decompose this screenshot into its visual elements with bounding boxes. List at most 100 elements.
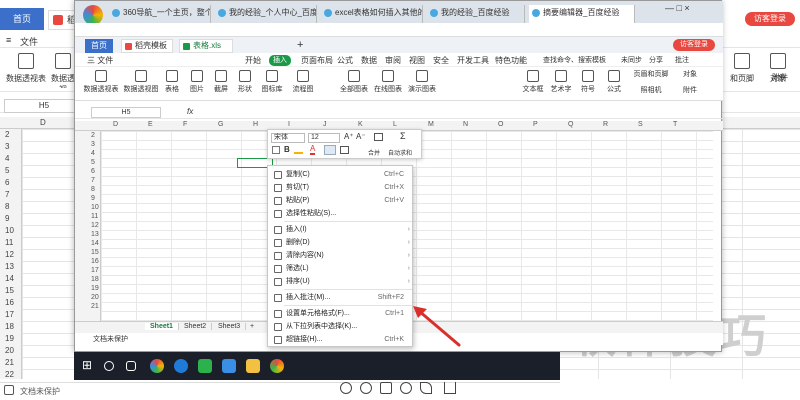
textbox-button[interactable]: 文本框 (519, 69, 547, 99)
outer-row-number[interactable]: 7 (5, 190, 9, 199)
border-icon[interactable] (340, 146, 349, 154)
outer-menu-icon[interactable]: ≡ (6, 35, 11, 45)
row-number[interactable]: 4 (91, 150, 95, 157)
menu-formula[interactable]: 公式 (337, 55, 353, 66)
row-number[interactable]: 12 (91, 222, 99, 229)
browser-logo-icon[interactable] (83, 5, 103, 25)
outer-row-number[interactable]: 18 (5, 322, 14, 331)
row-number[interactable]: 10 (91, 204, 99, 211)
row-number[interactable]: 16 (91, 258, 99, 265)
pivot-chart-button[interactable]: 数据透视图 (121, 69, 161, 99)
context-menu-item[interactable]: 复制(C) Ctrl+C (268, 168, 414, 181)
column-header[interactable]: K (358, 121, 363, 128)
wps-user-login-badge[interactable]: 访客登录 (673, 39, 715, 51)
menu-insert-active[interactable]: 插入 (269, 55, 291, 66)
screenshot-button[interactable]: 截屏 (209, 69, 233, 99)
column-header[interactable]: G (218, 121, 223, 128)
flowchart-button[interactable]: 流程图 (287, 69, 319, 99)
browser-tab-experience[interactable]: 我的经验_个人中心_百度经验 (215, 5, 317, 23)
row-number[interactable]: 21 (91, 303, 99, 310)
context-menu-item[interactable]: 粘贴(P) Ctrl+V (268, 194, 414, 207)
outer-row-number[interactable]: 16 (5, 298, 14, 307)
row-number[interactable]: 9 (91, 195, 95, 202)
column-header[interactable]: H (253, 121, 258, 128)
column-header[interactable]: L (393, 121, 397, 128)
browser-tab-excel[interactable]: excel表格如何插入其他的表格 (321, 5, 423, 23)
row-number[interactable]: 17 (91, 267, 99, 274)
ie-icon[interactable] (174, 359, 188, 373)
outer-row-number[interactable]: 5 (5, 166, 9, 175)
sync-status[interactable]: 未同步 (621, 55, 642, 65)
column-header[interactable]: E (148, 121, 153, 128)
menu-data[interactable]: 数据 (361, 55, 377, 66)
merge-icon[interactable] (374, 133, 383, 141)
360-browser-icon[interactable] (150, 359, 164, 373)
all-charts-button[interactable]: 全部图表 (337, 69, 371, 99)
outer-row-number[interactable]: 12 (5, 250, 14, 259)
outer-attachment-button[interactable]: 附件 (762, 72, 798, 86)
outer-row-number[interactable]: 11 (5, 238, 13, 247)
share-button[interactable]: 分享 (649, 55, 663, 65)
format-painter-icon[interactable] (272, 146, 280, 154)
store-icon[interactable] (222, 359, 236, 373)
wechat-icon[interactable] (198, 359, 212, 373)
fx-icon[interactable]: fx (187, 107, 193, 116)
row-number[interactable]: 6 (91, 168, 95, 175)
outer-name-box[interactable]: H5 (4, 99, 84, 113)
context-menu-item[interactable]: 选择性粘贴(S)... (268, 207, 414, 220)
outer-menu-file[interactable]: 文件 (20, 35, 38, 48)
sheet-tab-3[interactable]: Sheet3 (213, 323, 247, 330)
font-shrink-icon[interactable]: A⁻ (356, 132, 366, 141)
font-color-icon[interactable]: A (310, 145, 316, 155)
merge-label[interactable]: 合并 (368, 148, 380, 157)
column-header[interactable]: S (638, 121, 643, 128)
context-menu-item[interactable]: 剪切(T) Ctrl+X (268, 181, 414, 194)
search-command-input[interactable]: 查找命令、搜索模板 (543, 55, 606, 65)
outer-row-number[interactable]: 8 (5, 202, 9, 211)
task-view-icon[interactable] (126, 361, 136, 371)
row-number[interactable]: 18 (91, 276, 99, 283)
column-header[interactable]: I (288, 121, 290, 128)
row-number[interactable]: 3 (91, 141, 95, 148)
outer-user-login-badge[interactable]: 访客登录 (745, 12, 795, 26)
row-number[interactable]: 15 (91, 249, 99, 256)
menu-review[interactable]: 审阅 (385, 55, 401, 66)
context-menu-item[interactable]: 插入(I) › (268, 223, 414, 236)
new-tab-icon[interactable]: + (297, 39, 303, 51)
table-button[interactable]: 表格 (159, 69, 185, 99)
add-sheet-icon[interactable]: + (245, 323, 259, 330)
autosum-label[interactable]: 自动求和 (388, 148, 412, 157)
outer-row-number[interactable]: 17 (5, 310, 14, 319)
outer-row-number[interactable]: 13 (5, 262, 14, 271)
menu-security[interactable]: 安全 (433, 55, 449, 66)
outer-row-number[interactable]: 20 (5, 346, 14, 355)
comment-menu[interactable]: 批注 (675, 55, 689, 65)
object-button[interactable]: 对象 (675, 69, 705, 81)
outer-pivot-table-button[interactable]: 数据透视表 (4, 48, 48, 88)
wps-tab-file[interactable]: 表格.xls (179, 39, 233, 53)
windows-start-icon[interactable]: ⊞ (82, 358, 96, 372)
icon-library-button[interactable]: 图标库 (257, 69, 287, 99)
row-number[interactable]: 19 (91, 285, 99, 292)
font-family-select[interactable]: 宋体 (271, 133, 305, 143)
symbol-button[interactable]: 符号 (575, 69, 601, 99)
outer-row-number[interactable]: 3 (5, 142, 9, 151)
font-grow-icon[interactable]: A⁺ (344, 132, 354, 141)
outer-row-number[interactable]: 22 (5, 370, 14, 379)
row-number[interactable]: 2 (91, 132, 95, 139)
row-number[interactable]: 20 (91, 294, 99, 301)
search-icon[interactable] (104, 361, 114, 371)
column-header[interactable]: M (428, 121, 434, 128)
context-menu-item[interactable]: 清除内容(N) › (268, 249, 414, 262)
row-number[interactable]: 5 (91, 159, 95, 166)
outer-row-number[interactable]: 4 (5, 154, 9, 163)
outer-row-number[interactable]: 10 (5, 226, 14, 235)
download-icon[interactable] (444, 382, 456, 394)
row-number[interactable]: 11 (91, 213, 98, 220)
fill-color-icon[interactable] (294, 146, 303, 154)
menu-developer[interactable]: 开发工具 (457, 55, 489, 66)
page-icon[interactable] (380, 382, 392, 394)
wps-tab-home[interactable]: 首页 (85, 39, 113, 53)
sum-icon[interactable]: Σ (400, 131, 406, 141)
column-header[interactable]: N (463, 121, 468, 128)
